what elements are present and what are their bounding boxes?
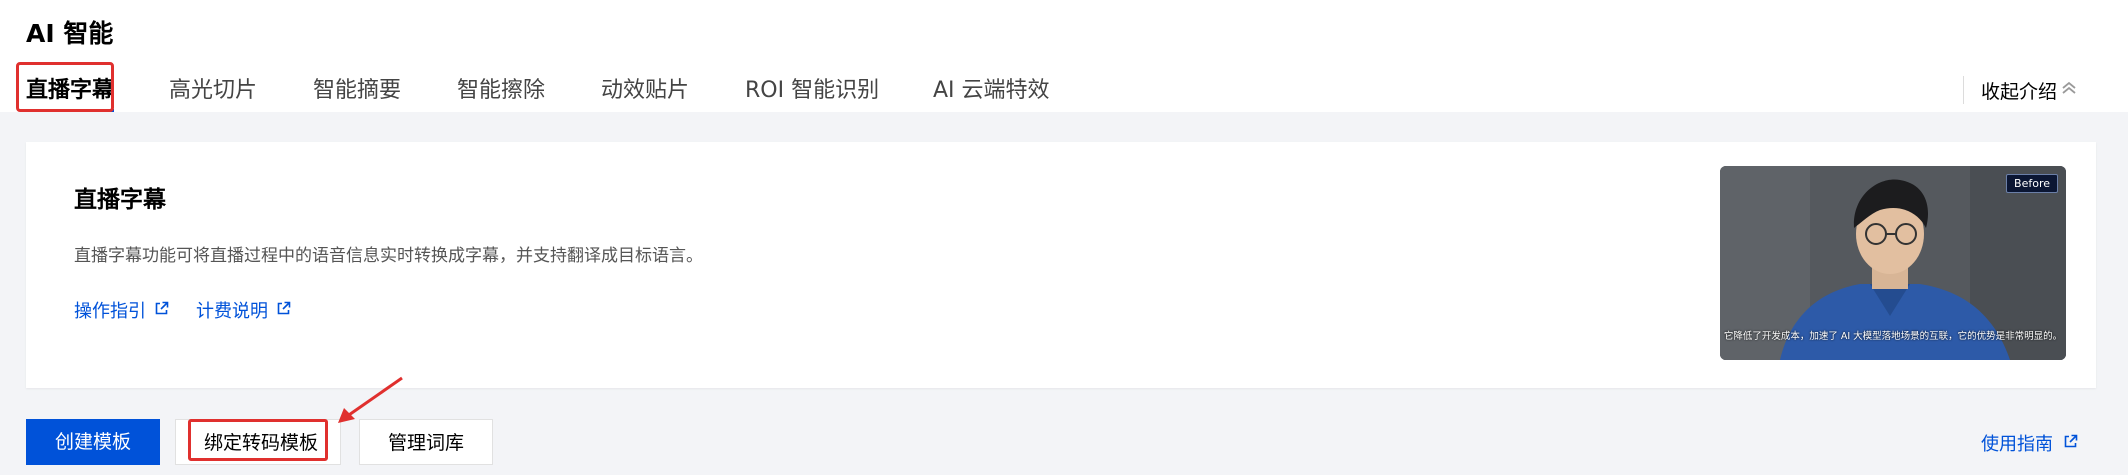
usage-guide-link[interactable]: 使用指南 [1981,430,2078,456]
billing-info-label: 计费说明 [196,301,268,322]
tab-smart-summary[interactable]: 智能摘要 [313,70,401,112]
double-chevron-up-icon [2057,79,2079,101]
bind-transcode-template-button[interactable]: 绑定转码模板 [175,419,341,465]
page-header: AI 智能 直播字幕 高光切片 智能摘要 智能擦除 动效贴片 ROI 智能识别 … [0,0,2128,112]
tab-smart-erase[interactable]: 智能擦除 [457,70,545,112]
operation-guide-label: 操作指引 [74,301,146,322]
tab-motion-stickers[interactable]: 动效贴片 [601,70,689,112]
intro-description: 直播字幕功能可将直播过程中的语音信息实时转换成字幕，并支持翻译成目标语言。 [74,246,703,266]
tab-roi-recognition[interactable]: ROI 智能识别 [745,70,879,112]
create-template-button[interactable]: 创建模板 [26,419,160,465]
intro-card: 直播字幕 直播字幕功能可将直播过程中的语音信息实时转换成字幕，并支持翻译成目标语… [26,142,2096,388]
tab-live-subtitles[interactable]: 直播字幕 [26,70,115,112]
tab-highlight-clips[interactable]: 高光切片 [169,70,257,112]
preview-badge: Before [2006,174,2058,193]
operation-guide-link[interactable]: 操作指引 [74,297,169,323]
usage-guide-label: 使用指南 [1981,434,2053,455]
billing-info-link[interactable]: 计费说明 [196,297,291,323]
external-link-icon [146,300,169,321]
external-link-icon [2053,433,2078,454]
feature-preview-image: Before 它降低了开发成本，加速了 AI 大模型落地场景的互联，它的优势是非… [1720,166,2066,360]
page-title: AI 智能 [26,19,114,48]
external-link-icon [268,300,291,321]
tab-ai-cloud-effects[interactable]: AI 云端特效 [933,70,1050,112]
manage-dictionary-button[interactable]: 管理词库 [359,419,493,465]
collapse-intro-label: 收起介绍 [1981,80,2058,103]
divider [1963,76,1964,104]
intro-title: 直播字幕 [74,187,166,213]
preview-subtitle-caption: 它降低了开发成本，加速了 AI 大模型落地场景的互联，它的优势是非常明显的。 [1723,331,2063,342]
collapse-intro-toggle[interactable]: 收起介绍 [1981,76,2079,104]
